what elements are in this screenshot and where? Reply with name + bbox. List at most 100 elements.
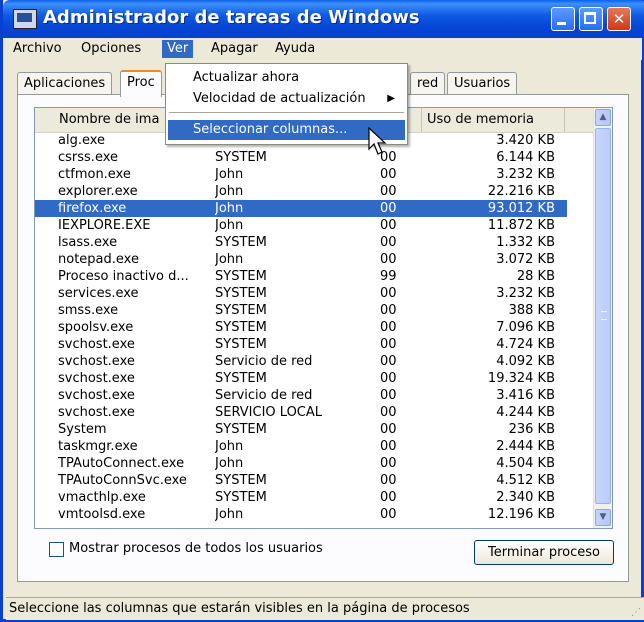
user-name-cell: John [215, 252, 244, 267]
process-name-cell: svchost.exe [58, 354, 135, 369]
user-name-cell: SYSTEM [215, 371, 267, 386]
cpu-cell: 00 [380, 201, 397, 216]
memory-cell: 19.324 KB [487, 371, 555, 386]
user-name-cell: John [215, 167, 244, 182]
cpu-cell: 00 [380, 167, 397, 182]
user-name-cell: John [215, 184, 244, 199]
table-row[interactable]: IEXPLORE.EXE John 00 11.872 KB [35, 217, 567, 234]
show-all-users-label: Mostrar procesos de todos los usuarios [69, 541, 323, 556]
menu-archivo[interactable]: Archivo [8, 40, 67, 58]
cpu-cell: 00 [380, 388, 397, 403]
memory-cell: 93.012 KB [487, 201, 555, 216]
title-bar[interactable]: Administrador de tareas de Windows [3, 0, 644, 38]
scroll-thumb[interactable] [595, 128, 611, 504]
process-name-cell: svchost.exe [58, 337, 135, 352]
menu-item-update-speed[interactable]: Velocidad de actualización ▶ [168, 89, 405, 109]
maximize-button[interactable] [579, 7, 603, 31]
user-name-cell: SYSTEM [215, 490, 267, 505]
table-row[interactable]: ctfmon.exe John 00 3.232 KB [35, 166, 567, 183]
task-manager-icon [13, 9, 37, 29]
table-row[interactable]: taskmgr.exe John 00 2.444 KB [35, 438, 567, 455]
menu-separator [169, 112, 404, 113]
memory-cell: 3.232 KB [496, 286, 555, 301]
memory-cell: 2.444 KB [496, 439, 555, 454]
memory-cell: 12.196 KB [487, 507, 555, 522]
cpu-cell: 00 [380, 337, 397, 352]
table-row[interactable]: System SYSTEM 00 236 KB [35, 421, 567, 438]
end-process-button[interactable]: Terminar proceso [474, 540, 614, 565]
table-row[interactable]: Proceso inactivo d... SYSTEM 99 28 KB [35, 268, 567, 285]
memory-cell: 2.340 KB [496, 490, 555, 505]
memory-cell: 1.332 KB [496, 235, 555, 250]
memory-cell: 3.072 KB [496, 252, 555, 267]
user-name-cell: John [215, 201, 244, 216]
menu-apagar[interactable]: Apagar [206, 40, 263, 58]
cpu-cell: 00 [380, 507, 397, 522]
vertical-scrollbar[interactable]: ▲ ▼ [593, 108, 612, 528]
process-name-cell: TPAutoConnSvc.exe [58, 473, 187, 488]
user-name-cell: SYSTEM [215, 320, 267, 335]
menu-ver[interactable]: Ver [162, 40, 194, 58]
table-row[interactable]: explorer.exe John 00 22.216 KB [35, 183, 567, 200]
window-title: Administrador de tareas de Windows [43, 7, 420, 28]
table-row[interactable]: svchost.exe SYSTEM 00 4.724 KB [35, 336, 567, 353]
user-name-cell: SYSTEM [215, 286, 267, 301]
table-row[interactable]: csrss.exe SYSTEM 00 6.144 KB [35, 149, 567, 166]
tab-funciones-de-red[interactable]: red [410, 72, 446, 95]
table-row[interactable]: vmtoolsd.exe John 00 12.196 KB [35, 506, 567, 523]
scroll-down-button[interactable]: ▼ [595, 509, 611, 526]
user-name-cell: Servicio de red [215, 354, 313, 369]
user-name-cell: SERVICIO LOCAL [215, 405, 323, 420]
table-row[interactable]: svchost.exe SYSTEM 00 19.324 KB [35, 370, 567, 387]
status-bar: Seleccione las columnas que estarán visi… [6, 597, 644, 620]
process-name-cell: csrss.exe [58, 150, 119, 165]
memory-cell: 11.872 KB [487, 218, 555, 233]
table-row[interactable]: TPAutoConnect.exe John 00 4.504 KB [35, 455, 567, 472]
process-name-cell: svchost.exe [58, 405, 135, 420]
table-row[interactable]: svchost.exe SERVICIO LOCAL 00 4.244 KB [35, 404, 567, 421]
minimize-button[interactable] [551, 7, 575, 31]
memory-cell: 4.504 KB [496, 456, 555, 471]
memory-cell: 7.096 KB [496, 320, 555, 335]
tab-procesos[interactable]: Proc [120, 70, 162, 97]
column-header-memory[interactable]: Uso de memoria [422, 108, 565, 132]
close-button[interactable] [607, 7, 631, 31]
cpu-cell: 00 [380, 371, 397, 386]
process-name-cell: ctfmon.exe [58, 167, 131, 182]
process-name-cell: vmtoolsd.exe [58, 507, 146, 522]
user-name-cell: John [215, 439, 244, 454]
user-name-cell: John [215, 456, 244, 471]
table-row[interactable]: services.exe SYSTEM 00 3.232 KB [35, 285, 567, 302]
table-row[interactable]: svchost.exe Servicio de red 00 4.092 KB [35, 353, 567, 370]
cpu-cell: 00 [380, 286, 397, 301]
menu-item-refresh-now-label: Actualizar ahora [193, 70, 300, 85]
memory-cell: 4.092 KB [496, 354, 555, 369]
cpu-cell: 00 [380, 473, 397, 488]
memory-cell: 3.416 KB [496, 388, 555, 403]
table-row[interactable]: lsass.exe SYSTEM 00 1.332 KB [35, 234, 567, 251]
process-name-cell: IEXPLORE.EXE [58, 218, 151, 233]
tab-usuarios[interactable]: Usuarios [447, 72, 518, 95]
scroll-up-button[interactable]: ▲ [595, 109, 611, 126]
table-row[interactable]: smss.exe SYSTEM 00 388 KB [35, 302, 567, 319]
process-list[interactable]: Nombre de ima Uso de memoria alg.exeSERV… [34, 107, 613, 529]
memory-cell: 4.244 KB [496, 405, 555, 420]
table-row[interactable]: TPAutoConnSvc.exe SYSTEM 00 4.512 KB [35, 472, 567, 489]
cpu-cell: 99 [380, 269, 397, 284]
menu-ayuda[interactable]: Ayuda [270, 40, 320, 58]
menu-item-refresh-now[interactable]: Actualizar ahora [168, 68, 405, 88]
table-row[interactable]: spoolsv.exe SYSTEM 00 7.096 KB [35, 319, 567, 336]
table-row[interactable]: svchost.exe Servicio de red 00 3.416 KB [35, 387, 567, 404]
process-name-cell: TPAutoConnect.exe [58, 456, 185, 471]
memory-cell: 388 KB [508, 303, 555, 318]
table-row[interactable]: firefox.exe John 00 93.012 KB [35, 200, 567, 217]
resize-grip-icon[interactable]: ⋰ [631, 607, 641, 618]
menu-opciones[interactable]: Opciones [76, 40, 146, 58]
user-name-cell: SYSTEM [215, 422, 267, 437]
show-all-users-checkbox[interactable] [49, 542, 64, 557]
tab-aplicaciones[interactable]: Aplicaciones [17, 72, 113, 95]
process-name-cell: explorer.exe [58, 184, 138, 199]
table-row[interactable]: notepad.exe John 00 3.072 KB [35, 251, 567, 268]
table-row[interactable]: vmacthlp.exe SYSTEM 00 2.340 KB [35, 489, 567, 506]
cpu-cell: 00 [380, 439, 397, 454]
